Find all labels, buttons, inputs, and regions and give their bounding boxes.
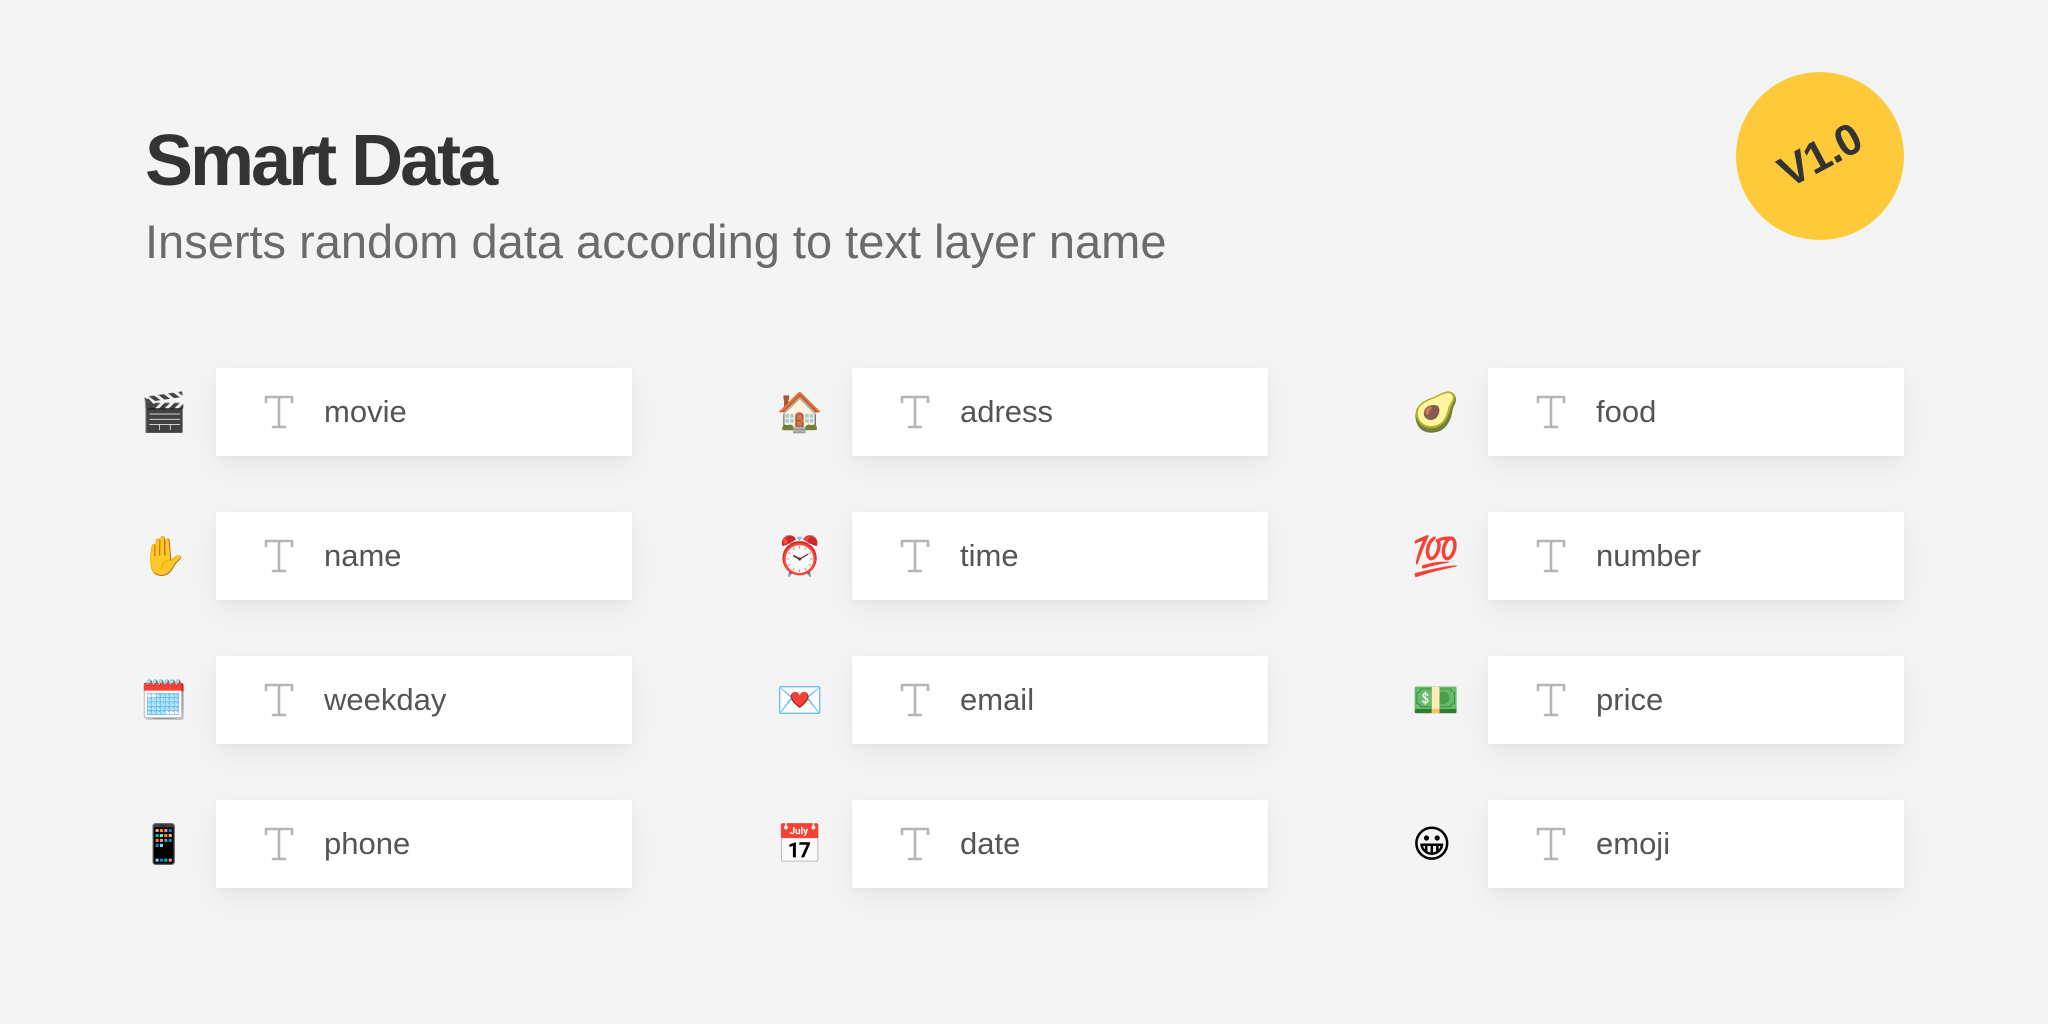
text-layer-movie[interactable]: movie [216, 368, 632, 456]
love-letter-icon: 💌 [776, 678, 824, 722]
version-label: V1.0 [1770, 113, 1870, 198]
text-layer-number[interactable]: number [1488, 512, 1904, 600]
layer-name: weekday [324, 682, 447, 717]
text-layer-icon [262, 682, 296, 718]
avocado-icon: 🥑 [1412, 390, 1460, 434]
layer-name: phone [324, 826, 411, 861]
text-layer-icon [898, 826, 932, 862]
hundred-points-icon: 💯 [1412, 534, 1460, 578]
text-layer-phone[interactable]: phone [216, 800, 632, 888]
calendar-icon: 📅 [776, 822, 824, 866]
text-layer-time[interactable]: time [852, 512, 1268, 600]
layer-row-date: 📅 date [776, 800, 1268, 888]
page-title: Smart Data [145, 121, 498, 201]
text-layer-email[interactable]: email [852, 656, 1268, 744]
text-layer-emoji[interactable]: emoji [1488, 800, 1904, 888]
text-layer-icon [1534, 682, 1568, 718]
layer-row-email: 💌 email [776, 656, 1268, 744]
layer-name: price [1596, 682, 1664, 717]
layer-name: emoji [1596, 826, 1671, 861]
text-layer-food[interactable]: food [1488, 368, 1904, 456]
house-icon: 🏠 [776, 390, 824, 434]
layer-row-number: 💯 number [1412, 512, 1904, 600]
layer-grid: 🎬 movie 🏠 adress 🥑 food ✋ name ⏰ time 💯 … [140, 368, 1904, 888]
text-layer-icon [898, 538, 932, 574]
spiral-calendar-icon: 🗓️ [140, 678, 188, 722]
layer-name: adress [960, 394, 1054, 429]
text-layer-icon [1534, 826, 1568, 862]
clapper-board-icon: 🎬 [140, 390, 188, 434]
text-layer-adress[interactable]: adress [852, 368, 1268, 456]
text-layer-icon [1534, 394, 1568, 430]
text-layer-name[interactable]: name [216, 512, 632, 600]
text-layer-date[interactable]: date [852, 800, 1268, 888]
layer-row-name: ✋ name [140, 512, 632, 600]
page-subtitle: Inserts random data according to text la… [145, 215, 1167, 268]
grinning-face-icon: 😀 [1412, 822, 1452, 866]
layer-row-time: ⏰ time [776, 512, 1268, 600]
layer-name: movie [324, 394, 407, 429]
text-layer-icon [898, 682, 932, 718]
text-layer-price[interactable]: price [1488, 656, 1904, 744]
text-layer-icon [1534, 538, 1568, 574]
layer-name: time [960, 538, 1019, 573]
dollar-banknote-icon: 💵 [1412, 678, 1460, 722]
layer-name: email [960, 682, 1035, 717]
text-layer-icon [262, 826, 296, 862]
layer-row-phone: 📱 phone [140, 800, 632, 888]
layer-name: name [324, 538, 402, 573]
layer-name: number [1596, 538, 1702, 573]
layer-row-price: 💵 price [1412, 656, 1904, 744]
layer-name: date [960, 826, 1021, 861]
alarm-clock-icon: ⏰ [776, 534, 824, 578]
text-layer-icon [262, 538, 296, 574]
layer-row-weekday: 🗓️ weekday [140, 656, 632, 744]
text-layer-icon [898, 394, 932, 430]
layer-row-movie: 🎬 movie [140, 368, 632, 456]
layer-name: food [1596, 394, 1657, 429]
raised-hand-icon: ✋ [140, 534, 188, 578]
layer-row-adress: 🏠 adress [776, 368, 1268, 456]
text-layer-weekday[interactable]: weekday [216, 656, 632, 744]
mobile-phone-icon: 📱 [140, 822, 188, 866]
layer-row-emoji: 😀 emoji [1412, 800, 1904, 888]
layer-row-food: 🥑 food [1412, 368, 1904, 456]
text-layer-icon [262, 394, 296, 430]
version-badge: V1.0 [1736, 72, 1904, 240]
